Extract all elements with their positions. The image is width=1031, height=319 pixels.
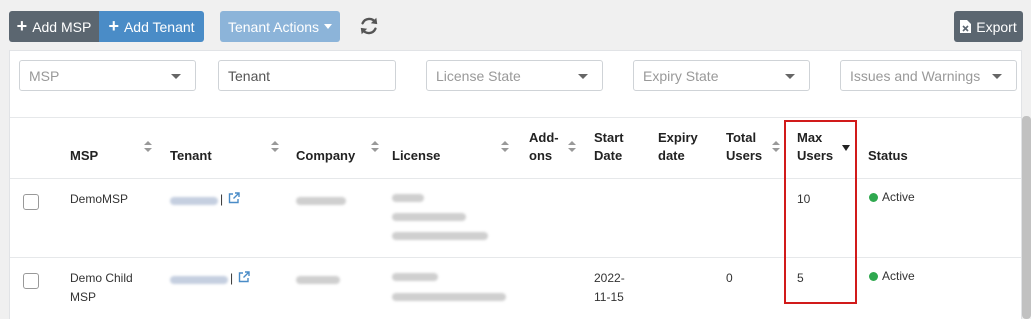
msp-filter-placeholder: MSP	[29, 67, 60, 84]
sort-descending-icon[interactable]	[842, 145, 850, 151]
row-checkbox[interactable]	[23, 194, 39, 210]
external-link-icon[interactable]	[238, 271, 250, 283]
tenant-link-redacted[interactable]	[170, 197, 218, 205]
row-start-date: 2022-	[594, 271, 625, 285]
company-redacted	[296, 197, 346, 205]
column-header-addons-line1[interactable]: Add-	[529, 129, 559, 147]
tenant-filter-placeholder: Tenant	[228, 67, 271, 84]
column-header-expiry-line2[interactable]: date	[658, 147, 685, 165]
sort-icon[interactable]	[144, 141, 152, 153]
sort-icon[interactable]	[772, 141, 780, 153]
row-divider	[10, 178, 1021, 179]
column-header-max-users-line2[interactable]: Users	[797, 147, 833, 165]
plus-icon: +	[108, 15, 119, 36]
license-state-placeholder: License State	[436, 67, 521, 84]
column-header-max-users-line1[interactable]: Max	[797, 129, 822, 147]
vertical-scrollbar[interactable]	[1022, 116, 1031, 319]
column-header-expiry-line1[interactable]: Expiry	[658, 129, 698, 147]
issues-warnings-placeholder: Issues and Warnings	[850, 67, 981, 84]
tenants-panel: MSP Tenant License State Expiry State Is…	[9, 50, 1022, 319]
license-redacted	[392, 213, 466, 221]
license-redacted	[392, 232, 488, 240]
license-redacted	[392, 194, 424, 202]
sort-icon[interactable]	[568, 141, 576, 153]
link-separator: |	[220, 192, 224, 206]
status-badge: Active	[869, 190, 915, 204]
plus-icon: +	[16, 15, 28, 36]
row-max-users: 5	[797, 271, 804, 285]
export-label: Export	[976, 18, 1017, 35]
status-dot-icon	[869, 271, 878, 281]
status-dot-icon	[869, 192, 878, 202]
external-link-icon[interactable]	[228, 192, 240, 204]
add-tenant-label: Add Tenant	[123, 18, 195, 35]
column-header-msp[interactable]: MSP	[70, 147, 98, 165]
status-label: Active	[882, 269, 915, 283]
column-header-total-users-line1[interactable]: Total	[726, 129, 756, 147]
column-header-license[interactable]: License	[392, 147, 440, 165]
export-button[interactable]: Export	[954, 11, 1023, 42]
add-msp-button[interactable]: + Add MSP	[9, 11, 99, 42]
column-header-total-users-line2[interactable]: Users	[726, 147, 762, 165]
row-total-users: 0	[726, 271, 733, 285]
tenant-link-redacted[interactable]	[170, 276, 228, 284]
chevron-down-icon	[785, 74, 795, 79]
tenant-actions-label: Tenant Actions	[227, 18, 320, 35]
row-msp-line2: MSP	[70, 290, 97, 304]
license-redacted	[392, 293, 506, 301]
license-redacted	[392, 273, 438, 281]
row-max-users: 10	[797, 192, 811, 206]
expiry-state-placeholder: Expiry State	[643, 67, 719, 84]
file-export-icon	[960, 20, 972, 33]
company-redacted	[296, 276, 340, 284]
msp-filter[interactable]: MSP	[19, 60, 196, 91]
column-header-start-line2[interactable]: Date	[594, 147, 622, 165]
expiry-state-filter[interactable]: Expiry State	[633, 60, 810, 91]
column-header-start-line1[interactable]: Start	[594, 129, 624, 147]
filter-divider	[10, 117, 1021, 118]
license-state-filter[interactable]: License State	[426, 60, 603, 91]
column-header-status[interactable]: Status	[868, 147, 908, 165]
refresh-icon[interactable]	[358, 14, 380, 38]
issues-warnings-filter[interactable]: Issues and Warnings	[840, 60, 1017, 91]
status-label: Active	[882, 190, 915, 204]
chevron-down-icon	[578, 74, 588, 79]
toolbar: + Add MSP + Add Tenant Tenant Actions Ex…	[9, 11, 1023, 42]
add-tenant-button[interactable]: + Add Tenant	[99, 11, 204, 42]
tenant-filter-input[interactable]: Tenant	[218, 60, 396, 91]
sort-icon[interactable]	[501, 141, 509, 153]
tenant-actions-dropdown[interactable]: Tenant Actions	[220, 11, 340, 42]
link-separator: |	[230, 271, 234, 285]
column-header-addons-line2[interactable]: ons	[529, 147, 552, 165]
column-header-tenant[interactable]: Tenant	[170, 147, 212, 165]
sort-icon[interactable]	[371, 141, 379, 153]
row-divider	[10, 257, 1021, 258]
sort-icon[interactable]	[271, 141, 279, 153]
status-badge: Active	[869, 269, 915, 283]
row-msp: DemoMSP	[70, 192, 129, 206]
row-msp: Demo Child	[70, 271, 133, 285]
add-msp-label: Add MSP	[32, 18, 92, 35]
column-header-company[interactable]: Company	[296, 147, 355, 165]
row-start-date-line2: 11-15	[594, 290, 624, 304]
caret-down-icon	[324, 24, 333, 29]
chevron-down-icon	[992, 74, 1002, 79]
row-checkbox[interactable]	[23, 273, 39, 289]
chevron-down-icon	[171, 74, 181, 79]
